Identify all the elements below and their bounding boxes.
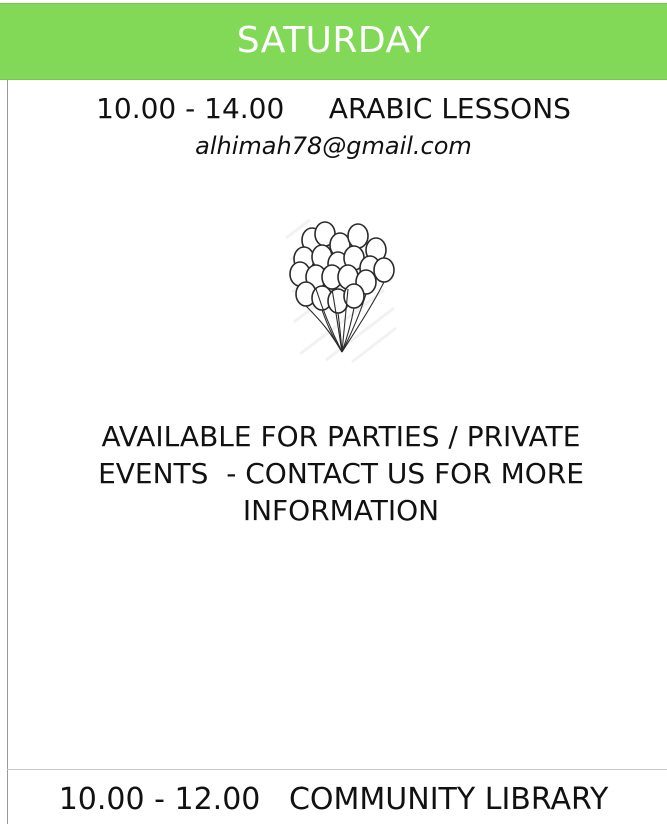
contact-email[interactable]: alhimah78@gmail.com bbox=[0, 134, 667, 158]
section-divider bbox=[7, 769, 667, 770]
balloons-icon bbox=[282, 210, 400, 368]
notice-line: INFORMATION bbox=[242, 494, 440, 527]
notice-line: EVENTS - CONTACT US FOR MORE bbox=[98, 457, 584, 490]
session-community-library: 10.00 - 12.00 COMMUNITY LIBRARY bbox=[58, 782, 609, 817]
notice-line: AVAILABLE FOR PARTIES / PRIVATE bbox=[101, 420, 581, 453]
schedule-page: SATURDAY 10.00 - 14.00 ARABIC LESSONS al… bbox=[0, 0, 667, 824]
day-title: SATURDAY bbox=[236, 19, 431, 61]
left-border bbox=[7, 80, 8, 824]
party-availability-notice: AVAILABLE FOR PARTIES / PRIVATE EVENTS -… bbox=[54, 418, 628, 529]
day-header: SATURDAY bbox=[0, 3, 667, 80]
session-arabic-lessons: 10.00 - 14.00 ARABIC LESSONS bbox=[96, 92, 571, 125]
